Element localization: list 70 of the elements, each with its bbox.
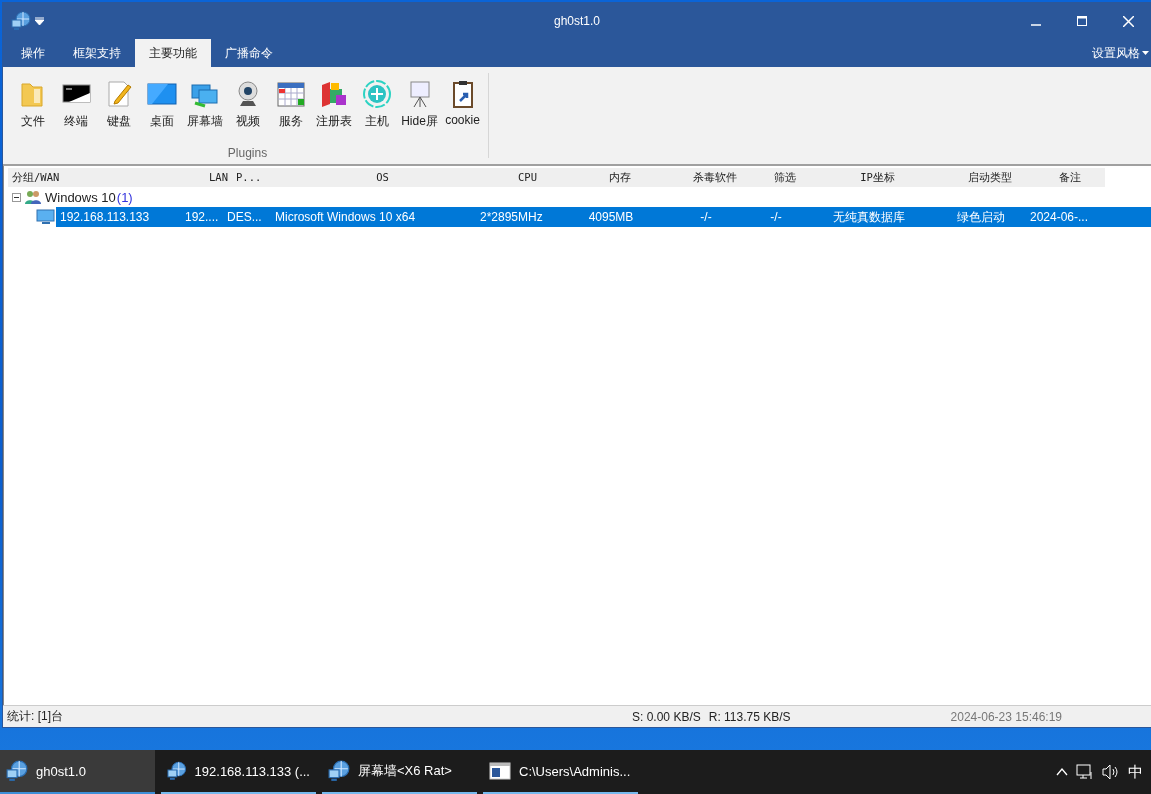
table-cell-text: 2024-06-... [1029, 210, 1090, 224]
table-cell-text: -/- [769, 210, 783, 224]
column-header[interactable]: OS [280, 168, 485, 187]
column-header[interactable]: 分组/WAN [8, 168, 190, 187]
table-cell-text: 绿色启动 [956, 208, 1006, 226]
style-menu[interactable]: 设置风格 [1090, 41, 1151, 65]
window-title: gh0st1.0 [553, 14, 600, 28]
column-header[interactable]: LAN [190, 168, 232, 187]
ribbon-tab[interactable]: 操作 [7, 39, 59, 67]
column-header[interactable]: 筛选 [760, 168, 810, 187]
column-header[interactable]: 杀毒软件 [670, 168, 760, 187]
taskbar-item[interactable]: 192.168.113.133 (... [161, 750, 316, 794]
ribbon-button[interactable]: 终端 [54, 79, 97, 130]
minimize-icon [1031, 24, 1041, 26]
caret-icon [1142, 51, 1149, 55]
close-icon [1122, 15, 1134, 27]
group-label: Plugins [227, 146, 268, 160]
receive-rate: R: 113.75 KB/S [708, 709, 791, 724]
maximize-icon [1077, 16, 1087, 26]
dropdown-caret-icon[interactable] [35, 17, 44, 25]
table-cell-text: DES... [226, 210, 263, 224]
ribbon-button[interactable]: 屏幕墙 [183, 79, 226, 130]
table-cell-text: 192.... [184, 210, 220, 224]
ribbon-button[interactable]: 键盘 [97, 79, 140, 130]
users-icon [24, 189, 42, 205]
column-header[interactable]: CPU [485, 168, 570, 187]
table-cell-text: 4095MB [587, 210, 635, 224]
column-header[interactable]: IP坐标 [810, 168, 945, 187]
calendar-icon [275, 79, 306, 109]
ring-icon [361, 79, 392, 109]
globe-computer-icon [11, 11, 31, 31]
ribbon-button[interactable]: cookie [441, 79, 484, 130]
column-header[interactable]: 启动类型 [945, 168, 1035, 187]
client-count: 统计: [1]台 [7, 708, 63, 725]
network-icon[interactable] [1076, 764, 1094, 780]
ribbon-tab[interactable]: 主要功能 [135, 39, 211, 67]
table-cell-text: 192.168.113.133 [59, 210, 151, 224]
group-count: (1) [116, 189, 133, 205]
table-cell-text: 无纯真数据库 [831, 208, 906, 226]
table-cell-text: 2*2895MHz [479, 210, 544, 224]
expander-toggle[interactable] [12, 192, 21, 202]
table-cell-text: -/- [699, 210, 713, 224]
ribbon-button[interactable]: 桌面 [140, 79, 183, 130]
taskbar-item[interactable]: C:\Users\Adminis... [483, 750, 638, 794]
table-cell-text: Microsoft Windows 10 x64 [274, 210, 417, 224]
ribbon-button[interactable]: 服务 [269, 79, 312, 130]
input-method-indicator[interactable]: 中 [1128, 762, 1143, 782]
ribbon-button[interactable]: 文件 [11, 79, 54, 130]
ribbon-tab[interactable]: 广播命令 [211, 39, 287, 67]
globe-computer-icon [6, 760, 28, 782]
ribbon-button[interactable]: 主机 [355, 79, 398, 130]
window-icon [489, 762, 511, 780]
status-time: 2024-06-23 15:46:19 [950, 709, 1062, 724]
speaker-icon[interactable] [1102, 764, 1120, 780]
computer-icon [34, 209, 56, 225]
ribbon-button[interactable]: Hide屏 [398, 79, 441, 130]
column-header[interactable]: 备注 [1035, 168, 1105, 187]
globe-computer-icon [167, 760, 187, 782]
client-row[interactable]: 192.168.113.133 192.... DES... Microsoft Windows 10 x64 2*2895MHz 4095MB -/- -/- 无纯真数据库 绿色启动 2024-06-... [56, 207, 1151, 227]
chevron-up-icon[interactable] [1056, 768, 1068, 776]
send-rate: S: 0.00 KB/S [632, 709, 701, 724]
ribbon-button[interactable]: 视频 [226, 79, 269, 130]
column-header[interactable]: P... [232, 168, 280, 187]
ribbon-tab[interactable]: 框架支持 [59, 39, 135, 67]
taskbar-item[interactable]: 屏幕墙<X6 Rat> [322, 750, 477, 794]
globe-computer-icon [328, 760, 350, 782]
taskbar-item[interactable]: gh0st1.0 [0, 750, 155, 794]
group-name[interactable]: Windows 10 [45, 189, 116, 205]
ribbon-button[interactable]: 注册表 [312, 79, 355, 130]
column-header[interactable]: 内存 [570, 168, 670, 187]
